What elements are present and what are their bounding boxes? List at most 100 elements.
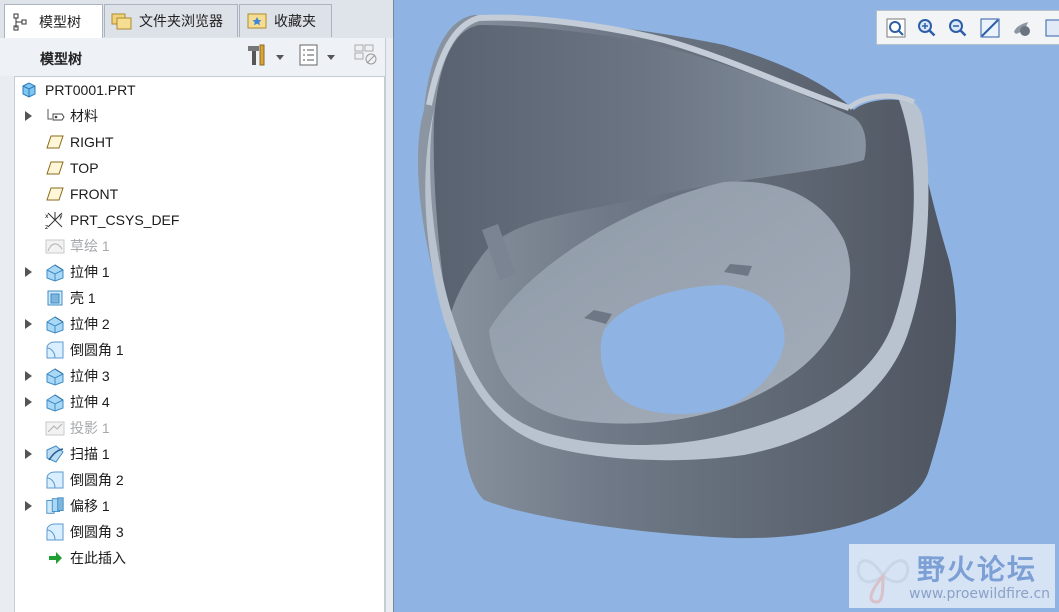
expand-arrow-icon[interactable] [25,371,32,381]
tree-item-label: 倒圆角 3 [70,524,124,540]
expand-arrow-icon[interactable] [25,397,32,407]
tree-item[interactable]: 在此插入 [15,545,384,571]
chevron-down-icon [327,54,335,60]
project-icon [45,418,65,438]
tree-item[interactable]: 偏移 1 [15,493,384,519]
model-tree-panel: 模型树 文件夹浏览器 收藏夹 模型树 PRT0001.PRT 材料 RIGHT … [0,0,394,612]
material-icon [45,106,65,126]
tree-item[interactable]: 壳 1 [15,285,384,311]
round-icon [45,522,65,542]
tree-item-label: TOP [70,160,99,176]
tree-item[interactable]: 倒圆角 1 [15,337,384,363]
tree-item[interactable]: 拉伸 2 [15,311,384,337]
svg-text:x: x [45,213,49,220]
tree-item-label: RIGHT [70,134,114,150]
tree-item-label: 在此插入 [70,550,126,566]
tab-model-tree[interactable]: 模型树 [4,4,103,39]
tree-root-part[interactable]: PRT0001.PRT [15,77,384,103]
tab-folder-browser[interactable]: 文件夹浏览器 [104,4,238,37]
tree-item-label: 扫描 1 [70,446,110,462]
expand-arrow-icon[interactable] [25,267,32,277]
offset-icon [45,496,65,516]
round-icon [45,470,65,490]
watermark-title: 野火论坛 [917,553,1038,586]
tree-item[interactable]: RIGHT [15,129,384,155]
extrude-icon [45,262,65,282]
tree-item-label: 壳 1 [70,290,96,306]
tab-label: 模型树 [39,14,81,31]
tree-item-label: 投影 1 [70,420,110,436]
repaint-icon[interactable] [977,15,1002,41]
coordinate-system-icon: x y z [45,210,65,230]
tab-label: 文件夹浏览器 [139,14,223,30]
tree-item-label: 倒圆角 1 [70,342,124,358]
extrude-icon [45,366,65,386]
tree-item-label: 倒圆角 2 [70,472,124,488]
watermark-url: www.proewildfire.cn [909,586,1051,602]
tree-item[interactable]: TOP [15,155,384,181]
tree-item-label: 材料 [70,108,98,124]
datum-plane-icon [45,158,65,178]
zoom-in-icon[interactable] [914,15,939,41]
tree-item[interactable]: 拉伸 1 [15,259,384,285]
tree-item[interactable]: 倒圆角 2 [15,467,384,493]
tree-item-label: PRT_CSYS_DEF [70,212,180,228]
extrude-icon [45,392,65,412]
3d-model-shell [417,14,957,539]
show-dropdown-button[interactable] [299,44,335,70]
round-icon [45,340,65,360]
tree-item[interactable]: 材料 [15,103,384,129]
chevron-down-icon [276,54,284,60]
expand-arrow-icon[interactable] [25,449,32,459]
panel-tab-bar: 模型树 文件夹浏览器 收藏夹 [0,0,393,39]
panel-title: 模型树 [40,52,82,68]
sketch-icon [45,236,65,256]
tree-item[interactable]: x y z PRT_CSYS_DEF [15,207,384,233]
tree-item[interactable]: 投影 1 [15,415,384,441]
tree-item-label: 拉伸 4 [70,394,110,410]
zoom-out-icon[interactable] [946,15,971,41]
tree-item-label: 拉伸 3 [70,368,110,384]
tree-item-label: 偏移 1 [70,498,110,514]
tree-item-label: FRONT [70,186,119,202]
tree-item-label: 拉伸 1 [70,264,110,280]
tree-item[interactable]: 倒圆角 3 [15,519,384,545]
settings-tools-icon [246,43,268,71]
extrude-icon [45,314,65,334]
shell-icon [45,288,65,308]
favorites-icon [246,11,268,31]
graphics-viewport[interactable]: 野火论坛 www.proewildfire.cn [393,0,1059,612]
forum-watermark: 野火论坛 www.proewildfire.cn [849,544,1055,608]
expand-arrow-icon[interactable] [25,319,32,329]
tree-root-label: PRT0001.PRT [45,82,136,98]
tree-item[interactable]: 拉伸 4 [15,389,384,415]
butterfly-logo-icon [856,559,910,604]
refit-icon[interactable] [883,15,908,41]
svg-text:z: z [45,224,48,230]
filter-columns-icon [354,43,380,71]
tree-item[interactable]: FRONT [15,181,384,207]
insert-here-arrow-icon [45,548,65,568]
expand-arrow-icon[interactable] [25,111,32,121]
expand-arrow-icon[interactable] [25,501,32,511]
model-tree-icon [11,12,33,32]
spin-center-icon[interactable] [1008,15,1033,41]
svg-text:y: y [59,213,63,220]
tab-favorites[interactable]: 收藏夹 [239,4,332,37]
folder-browser-icon [111,11,133,31]
settings-dropdown-button[interactable] [246,44,284,70]
saved-views-icon[interactable] [1040,15,1059,41]
tree-item[interactable]: 拉伸 3 [15,363,384,389]
datum-plane-icon [45,132,65,152]
part-icon [19,80,39,100]
filter-columns-button[interactable] [354,44,380,70]
datum-plane-icon [45,184,65,204]
tree-item[interactable]: 扫描 1 [15,441,384,467]
tab-label: 收藏夹 [274,14,316,30]
sweep-icon [45,444,65,464]
tree-item-label: 草绘 1 [70,238,110,254]
tree-item[interactable]: 草绘 1 [15,233,384,259]
view-toolbar [876,10,1059,45]
tree-item-label: 拉伸 2 [70,316,110,332]
show-list-icon [299,44,319,70]
